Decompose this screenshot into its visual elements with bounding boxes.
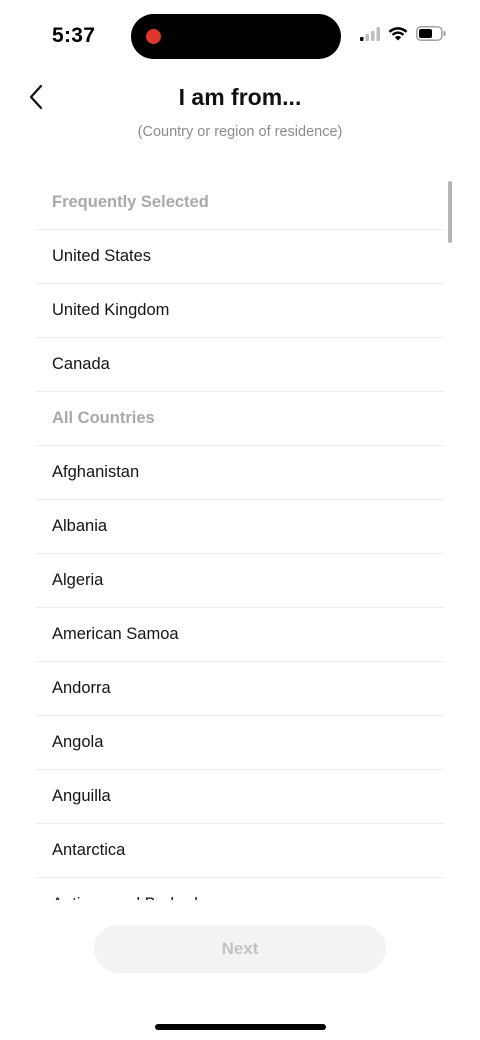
list-item-antarctica[interactable]: Antarctica [36,824,444,878]
list-item-andorra[interactable]: Andorra [36,662,444,716]
section-header-all-countries: All Countries [36,392,444,446]
scrollbar[interactable] [448,181,452,243]
section-header-frequently-selected: Frequently Selected [36,176,444,230]
list-item-united-states[interactable]: United States [36,230,444,284]
list-item-canada[interactable]: Canada [36,338,444,392]
list-item-united-kingdom[interactable]: United Kingdom [36,284,444,338]
status-time: 5:37 [52,24,96,47]
status-bar: 5:37 [0,0,480,72]
wifi-icon [388,26,408,46]
page-title: I am from... [178,84,302,110]
list-item-american-samoa[interactable]: American Samoa [36,608,444,662]
dynamic-island [131,14,341,59]
list-item-angola[interactable]: Angola [36,716,444,770]
battery-icon [416,26,446,46]
next-button[interactable]: Next [94,925,386,973]
list-item-algeria[interactable]: Algeria [36,554,444,608]
list-item-afghanistan[interactable]: Afghanistan [36,446,444,500]
home-indicator[interactable] [155,1024,326,1030]
country-list-items: Frequently Selected United States United… [36,176,444,900]
country-list[interactable]: Frequently Selected United States United… [36,176,444,900]
list-item-albania[interactable]: Albania [36,500,444,554]
recording-indicator [146,29,161,44]
cellular-signal-icon [360,26,380,46]
list-item-anguilla[interactable]: Anguilla [36,770,444,824]
page-subtitle: (Country or region of residence) [137,124,343,140]
status-icons [360,26,446,46]
list-item-antigua-and-barbuda[interactable]: Antigua and Barbuda [36,878,444,900]
